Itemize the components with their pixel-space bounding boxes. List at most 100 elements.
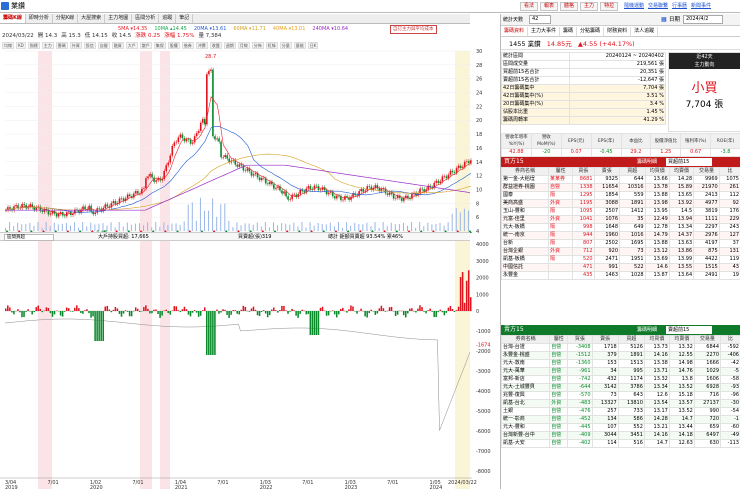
table-row[interactable]: 美商高盛 外資 1195 3088 1891 13.98 13.92 4977 92 — [501, 199, 740, 208]
table-row[interactable]: 台灣企銀 外資 712 920 73 13.12 13.86 875 131 — [501, 247, 740, 256]
chart-tool-17[interactable]: 月線 — [237, 42, 250, 49]
top-link-1[interactable]: 交易聯繫 — [648, 2, 668, 10]
chart-tool-1[interactable]: KD — [16, 42, 26, 49]
tab-5[interactable]: 區間分析 — [132, 14, 160, 23]
tab-4[interactable]: 主力地圖 — [105, 14, 133, 23]
table-cell: 229 — [718, 215, 740, 224]
net-bar — [130, 311, 133, 317]
chart-tool-14[interactable]: 沖賣 — [195, 42, 208, 49]
toolbar-button-1[interactable]: 報表 — [540, 2, 559, 11]
table-row[interactable]: 台新隔 807 2502 1695 13.88 13.63 4197 37 — [501, 239, 740, 248]
chart-tool-2[interactable]: 指標 — [27, 42, 40, 49]
chart-tool-0[interactable]: 均線 — [2, 42, 14, 49]
table-row[interactable]: 元富-佳里 外資 1041 1076 35 12.49 13.94 1111 229 — [501, 215, 740, 224]
sub-y-tick: -6000 — [476, 429, 491, 435]
table-row[interactable]: 凱基-台北 外資 -483 13327 13810 13.54 13.57 27137 -30 — [500, 399, 740, 408]
candle-body — [441, 176, 444, 182]
chart-tool-13[interactable]: 借券 — [181, 42, 194, 49]
table-cell: -30 — [720, 399, 740, 408]
table-row[interactable]: 第一金-大稻埕 某某券 8681 9325 644 13.66 14.28 9969 1075 — [501, 175, 740, 184]
candle-body — [179, 134, 182, 138]
toolbar-button-3[interactable]: 主力 — [580, 2, 599, 11]
chart-tool-6[interactable]: 投信 — [83, 42, 96, 49]
period-input[interactable]: 42 — [529, 15, 551, 24]
tab-0[interactable]: 籌碼K線 — [0, 14, 26, 23]
table-row[interactable]: 元大-豐和 自營 -445 107 552 13.21 13.44 659 -60 — [500, 423, 740, 432]
tab-6[interactable]: 追蹤 — [159, 14, 177, 23]
tab-3[interactable]: 大屋搜索 — [78, 14, 106, 23]
chart-tool-19[interactable]: 紅綠 — [265, 42, 278, 49]
chart-tool-8[interactable]: 融資 — [111, 42, 124, 49]
table-row[interactable]: 中國信託 471 991 522 14.6 13.55 1515 43 — [501, 263, 740, 272]
table-row[interactable]: 元大-板橋隔 998 1648 649 12.78 13.34 2297 243 — [501, 223, 740, 232]
table-cell: -476 — [567, 407, 593, 416]
chart-tool-10[interactable]: 散戶 — [139, 42, 152, 49]
table-row[interactable]: 台灣-台證 自營 -3408 1718 5126 13.73 13.32 6844 -592 — [500, 343, 740, 352]
tab-7[interactable]: 筆記 — [176, 14, 194, 23]
main-chart[interactable]: 302826242220181614121086428.74.444000300… — [0, 41, 500, 489]
table-row[interactable]: 土銀 自營 -476 257 733 13.17 13.52 990 -54 — [500, 407, 740, 416]
chart-tool-11[interactable]: 集保 — [153, 42, 166, 49]
table-row[interactable]: 凱基-板橋隔 520 2471 1951 13.69 13.99 4422 119 — [501, 255, 740, 264]
right-tab-1[interactable]: 主力大事件 — [528, 27, 561, 36]
candle-body — [258, 177, 261, 181]
net-bar — [394, 311, 397, 316]
toolbar-button-4[interactable]: 特拉 — [600, 2, 619, 11]
sell-filter-select[interactable]: 賣超前15 — [666, 326, 712, 334]
right-tab-4[interactable]: 財務資料 — [604, 27, 632, 36]
net-bar — [175, 306, 178, 311]
table-row[interactable]: 玉山-豐和隔 1095 2507 1412 13.95 14.5 3819 176 — [501, 207, 740, 216]
table-row[interactable]: 統一-南京隔 944 1960 1016 14.79 14.37 2976 127 — [501, 231, 740, 240]
date-input[interactable]: 2024/4/2 — [683, 15, 723, 24]
table-row[interactable]: 元大-萬華 自營 -961 34 995 13.71 14.76 1029 -5 — [500, 367, 740, 376]
table-cell: 1295 — [572, 191, 595, 200]
table-row[interactable]: 台灣新豐-台中 自營 -409 3044 3451 14.16 14.18 6497 -49 — [500, 431, 740, 440]
right-tab-3[interactable]: 分點籌碼 — [577, 27, 605, 36]
table-row[interactable]: 群益證券-桃園 自營 1338 11654 10316 13.78 15.89 21970 26… — [501, 183, 740, 192]
chart-tool-9[interactable]: 大戶 — [125, 42, 138, 49]
buy-filter-select[interactable]: 買超前15 — [666, 158, 712, 166]
toolbar-button-2[interactable]: 體格 — [560, 2, 579, 11]
table-cell: 4197 — [693, 239, 720, 248]
table-row[interactable]: 元大-土城豐貝 自營 -644 3142 3786 13.34 13.52 6928 -93 — [500, 383, 740, 392]
top-link-0[interactable]: 隨機運動 — [624, 2, 644, 10]
table-row[interactable]: 兆豐-復興 自營 -570 73 643 12.6 15.18 716 -96 — [500, 391, 740, 400]
chart-tool-5[interactable]: 外資 — [69, 42, 82, 49]
toolbar-button-0[interactable]: 看法 — [520, 2, 539, 11]
candle-body — [388, 192, 391, 195]
chart-tool-22[interactable]: 日K — [307, 42, 319, 49]
legend-note[interactable]: 自訂主力與平均成本 — [390, 25, 437, 34]
right-tab-2[interactable]: 籌碼 — [560, 27, 578, 36]
chart-tool-4[interactable]: 籌碼 — [55, 42, 68, 49]
table-cell: -58 — [720, 375, 740, 384]
table-row[interactable]: 永豐金-桃盛 自營 -1512 379 1891 14.16 12.55 2270 -406 — [500, 351, 740, 360]
chart-tool-18[interactable]: 分佈 — [251, 42, 264, 49]
net-bar — [234, 310, 236, 311]
candle-body — [443, 176, 446, 178]
chart-tool-12[interactable]: 股權 — [167, 42, 180, 49]
sub-indicator-select[interactable]: 區間買超 — [4, 234, 54, 241]
volume-bar — [118, 222, 120, 231]
chart-tool-21[interactable]: 量能 — [293, 42, 306, 49]
right-tab-5[interactable]: 法人追蹤 — [631, 27, 659, 36]
tab-1[interactable]: 即時分析 — [26, 14, 53, 23]
net-bar — [136, 308, 139, 311]
tab-2[interactable]: 分點K線 — [53, 14, 79, 23]
chart-tool-20[interactable]: 分量 — [279, 42, 292, 49]
top-link-3[interactable]: 新聞事件 — [691, 2, 711, 10]
candle-body — [335, 195, 338, 199]
chart-tool-16[interactable]: 週期 — [223, 42, 236, 49]
table-row[interactable]: 國泰隔 1295 1854 559 13.88 13.65 2413 112 — [501, 191, 740, 200]
table-row[interactable]: 凱基-大安 自營 -402 114 516 14.7 12.63 630 -113 — [500, 439, 740, 448]
table-row[interactable]: 永豐金 435 1463 1028 13.87 13.64 2491 19 — [501, 271, 740, 280]
calendar-icon[interactable]: ▦ — [661, 16, 667, 24]
top-link-2[interactable]: 行事曆 — [672, 2, 687, 10]
net-bar — [134, 307, 137, 311]
chart-tool-3[interactable]: 主力 — [41, 42, 54, 49]
right-tab-0[interactable]: 籌碼資料 — [501, 27, 529, 36]
table-row[interactable]: 統一-彰商 自營 -452 134 586 14.28 14.7 720 -1 — [500, 415, 740, 424]
table-row[interactable]: 富邦-新店 自營 -742 432 1174 13.32 13.8 1606 -58 — [500, 375, 740, 384]
chart-tool-15[interactable]: 收盤 — [209, 42, 222, 49]
chart-tool-7[interactable]: 自營 — [97, 42, 110, 49]
table-row[interactable]: 元大-敦南 自營 -1360 153 1513 13.38 14.98 1666 -42 — [500, 359, 740, 368]
